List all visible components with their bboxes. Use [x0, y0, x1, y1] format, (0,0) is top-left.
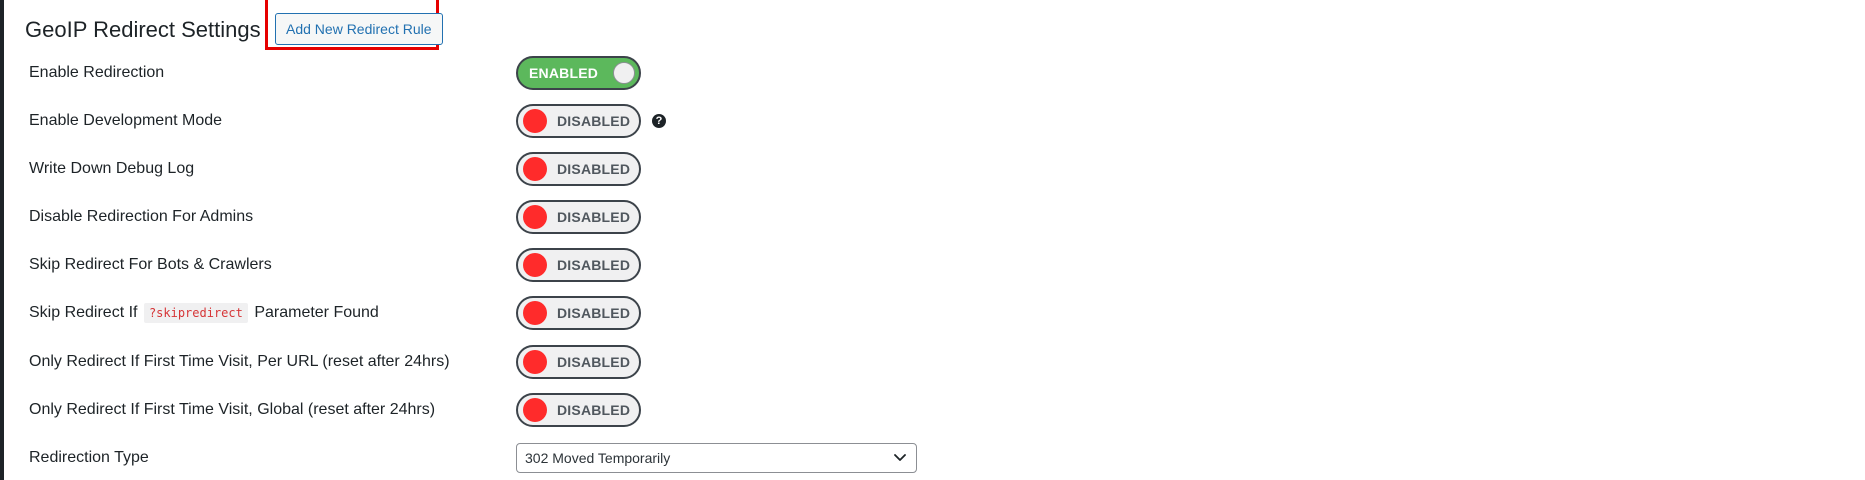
- skipredirect-code: ?skipredirect: [143, 303, 248, 323]
- page-header: GeoIP Redirect Settings: [25, 10, 261, 50]
- toggle-state-text: ENABLED: [529, 65, 599, 81]
- setting-label-prefix: Skip Redirect If: [29, 304, 138, 321]
- toggle-knob: [523, 301, 547, 325]
- setting-row-development-mode: Enable Development Mode DISABLED ?: [4, 101, 1865, 141]
- skip-param-toggle[interactable]: DISABLED: [516, 296, 641, 330]
- development-mode-toggle[interactable]: DISABLED: [516, 104, 641, 138]
- chevron-down-icon: [894, 454, 906, 461]
- toggle-knob: [523, 109, 547, 133]
- toggle-knob: [523, 350, 547, 374]
- setting-label: Enable Redirection: [29, 64, 165, 81]
- toggle-state-text: DISABLED: [557, 209, 631, 225]
- question-circle-icon[interactable]: ?: [652, 114, 666, 128]
- setting-row-skip-param: Skip Redirect If ?skipredirect Parameter…: [4, 293, 1865, 333]
- setting-row-redirection-type: Redirection Type 302 Moved Temporarily: [4, 438, 1865, 478]
- add-rule-highlight-box: Add New Redirect Rule: [265, 0, 443, 50]
- setting-label: Skip Redirect If ?skipredirect Parameter…: [29, 303, 379, 323]
- setting-label: Redirection Type: [29, 449, 149, 466]
- toggle-knob: [523, 205, 547, 229]
- setting-label: Skip Redirect For Bots & Crawlers: [29, 256, 272, 273]
- toggle-state-text: DISABLED: [557, 257, 631, 273]
- setting-label: Only Redirect If First Time Visit, Per U…: [29, 353, 450, 370]
- page-title: GeoIP Redirect Settings: [25, 17, 261, 42]
- setting-row-debug-log: Write Down Debug Log DISABLED: [4, 149, 1865, 189]
- setting-row-first-visit-per-url: Only Redirect If First Time Visit, Per U…: [4, 342, 1865, 382]
- skip-bots-toggle[interactable]: DISABLED: [516, 248, 641, 282]
- toggle-state-text: DISABLED: [557, 161, 631, 177]
- setting-label-suffix: Parameter Found: [254, 304, 379, 321]
- first-visit-global-toggle[interactable]: DISABLED: [516, 393, 641, 427]
- toggle-state-text: DISABLED: [557, 402, 631, 418]
- setting-row-enable-redirection: Enable Redirection ENABLED: [4, 53, 1865, 93]
- debug-log-toggle[interactable]: DISABLED: [516, 152, 641, 186]
- select-selected-value: 302 Moved Temporarily: [525, 450, 671, 466]
- setting-row-skip-bots: Skip Redirect For Bots & Crawlers DISABL…: [4, 245, 1865, 285]
- toggle-knob: [523, 253, 547, 277]
- setting-label: Write Down Debug Log: [29, 160, 195, 177]
- add-new-redirect-rule-button[interactable]: Add New Redirect Rule: [275, 13, 443, 45]
- redirection-type-select[interactable]: 302 Moved Temporarily: [516, 443, 917, 473]
- setting-row-disable-for-admins: Disable Redirection For Admins DISABLED: [4, 197, 1865, 237]
- setting-row-first-visit-global: Only Redirect If First Time Visit, Globa…: [4, 390, 1865, 430]
- setting-label: Disable Redirection For Admins: [29, 208, 254, 225]
- toggle-state-text: DISABLED: [557, 354, 631, 370]
- setting-label: Enable Development Mode: [29, 112, 223, 129]
- disable-for-admins-toggle[interactable]: DISABLED: [516, 200, 641, 234]
- toggle-knob: [613, 62, 635, 84]
- first-visit-per-url-toggle[interactable]: DISABLED: [516, 345, 641, 379]
- setting-label: Only Redirect If First Time Visit, Globa…: [29, 401, 436, 418]
- toggle-knob: [523, 157, 547, 181]
- enable-redirection-toggle[interactable]: ENABLED: [516, 56, 641, 90]
- toggle-state-text: DISABLED: [557, 305, 631, 321]
- toggle-knob: [523, 398, 547, 422]
- settings-page: GeoIP Redirect Settings Add New Redirect…: [0, 0, 1865, 480]
- toggle-state-text: DISABLED: [557, 113, 631, 129]
